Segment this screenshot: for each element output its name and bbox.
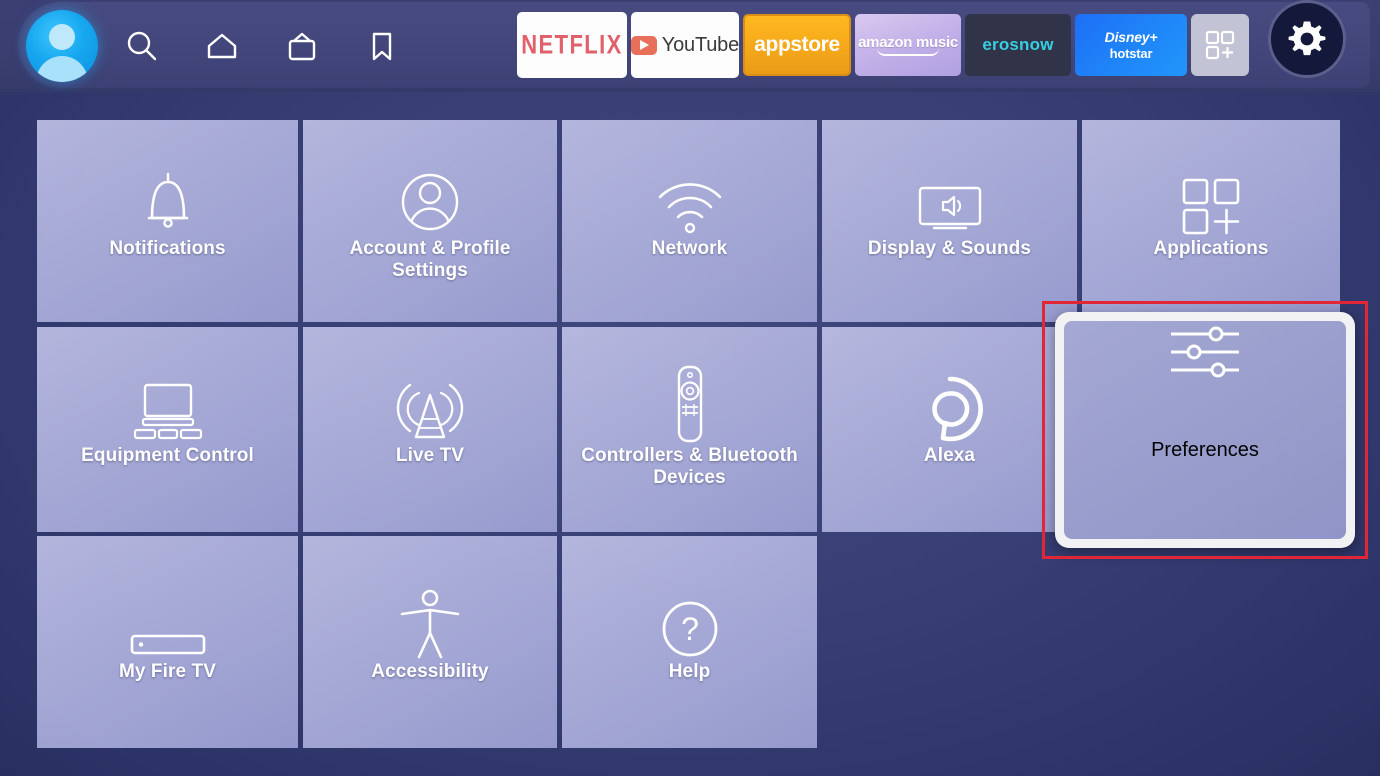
tile-equipment-control[interactable]: Equipment Control	[37, 327, 298, 532]
tile-label-help: Help	[668, 661, 711, 682]
svg-text:?: ?	[681, 611, 699, 647]
netflix-label: NETFLIX	[521, 29, 623, 60]
tile-preferences-inner: Preferences	[1064, 321, 1346, 539]
display-sound-icon	[918, 186, 981, 230]
tile-icon-wrap	[562, 120, 817, 238]
disney-plus-label: Disney+	[1104, 29, 1158, 45]
tile-label-display-sounds: Display & Sounds	[867, 238, 1032, 259]
erosnow-app-tile[interactable]: erosnow	[965, 14, 1071, 76]
appstore-app-tile[interactable]: appstore	[743, 14, 851, 76]
tile-applications[interactable]: Applications	[1082, 120, 1340, 322]
monitor-keyboard-icon	[133, 383, 202, 440]
fire-tv-stick-icon	[130, 634, 205, 655]
account-profile-icon	[401, 173, 459, 231]
tile-label-preferences: Preferences	[1151, 439, 1259, 461]
nav-icon-group	[22, 4, 422, 88]
fire-tv-settings-screen: NETFLIX YouTube appstore amazon music er…	[0, 0, 1380, 776]
search-icon	[127, 31, 157, 61]
tile-network[interactable]: Network	[562, 120, 817, 322]
hotstar-label: hotstar	[1109, 46, 1153, 61]
disney-hotstar-app-tile[interactable]: Disney+ hotstar	[1075, 14, 1187, 76]
gear-icon	[1288, 21, 1326, 56]
amazon-smile-icon	[877, 48, 939, 56]
erosnow-label: erosnow	[982, 35, 1054, 54]
tile-icon-wrap	[1166, 321, 1244, 439]
tile-display-sounds[interactable]: Display & Sounds	[822, 120, 1077, 322]
tile-icon-wrap	[303, 327, 557, 445]
tile-label-equipment-control: Equipment Control	[81, 445, 254, 466]
tile-preferences[interactable]: Preferences	[1055, 312, 1355, 548]
tile-icon-wrap	[37, 536, 298, 661]
tile-alexa[interactable]: Alexa	[822, 327, 1077, 532]
live-tv-button[interactable]	[262, 4, 342, 88]
tile-label-accessibility: Accessibility	[371, 661, 489, 682]
sliders-icon	[1171, 326, 1239, 378]
profile-button[interactable]	[22, 4, 102, 88]
tile-label-alexa: Alexa	[923, 445, 976, 466]
remote-control-icon	[677, 365, 702, 443]
search-button[interactable]	[102, 4, 182, 88]
top-navigation-bar: NETFLIX YouTube appstore amazon music er…	[0, 0, 1380, 92]
tile-label-live-tv: Live TV	[395, 445, 465, 466]
question-circle-icon: ?	[662, 601, 717, 657]
app-grid-icon	[1182, 178, 1240, 235]
watchlist-button[interactable]	[342, 4, 422, 88]
app-shortcut-row: NETFLIX YouTube appstore amazon music er…	[517, 10, 1249, 80]
antenna-icon	[396, 383, 464, 439]
tile-icon-wrap	[37, 120, 298, 238]
alexa-icon	[931, 376, 983, 442]
netflix-app-tile[interactable]: NETFLIX	[517, 12, 627, 78]
tile-notifications[interactable]: Notifications	[37, 120, 298, 322]
app-grid-plus-icon	[1205, 30, 1235, 60]
live-tv-icon	[288, 32, 316, 61]
tile-icon-wrap	[562, 327, 817, 445]
youtube-app-tile[interactable]: YouTube	[631, 12, 739, 78]
tile-icon-wrap	[303, 536, 557, 661]
settings-button[interactable]	[1268, 0, 1346, 78]
tile-label-applications: Applications	[1153, 238, 1269, 259]
tile-label-my-fire-tv: My Fire TV	[118, 661, 217, 682]
youtube-label: YouTube	[661, 33, 739, 56]
tile-label-notifications: Notifications	[109, 238, 226, 259]
tile-icon-wrap	[37, 327, 298, 445]
home-icon	[207, 33, 237, 59]
youtube-play-icon	[631, 35, 657, 55]
bell-icon	[147, 172, 188, 228]
home-button[interactable]	[182, 4, 262, 88]
appstore-label: appstore	[754, 33, 840, 56]
tile-live-tv[interactable]: Live TV	[303, 327, 557, 532]
tile-label-account-profile: Account & Profile Settings	[349, 238, 511, 282]
tile-help[interactable]: ? Help	[562, 536, 817, 748]
tile-icon-wrap	[1082, 120, 1340, 238]
tile-icon-wrap	[303, 120, 557, 238]
bookmark-icon	[372, 32, 392, 61]
tile-icon-wrap	[822, 327, 1077, 445]
tile-label-network: Network	[651, 238, 728, 259]
tile-label-controllers-bluetooth: Controllers & Bluetooth Devices	[581, 445, 798, 489]
tile-icon-wrap: ?	[562, 536, 817, 661]
tile-icon-wrap	[822, 120, 1077, 238]
tile-my-fire-tv[interactable]: My Fire TV	[37, 536, 298, 748]
wifi-icon	[658, 183, 721, 234]
user-avatar-icon	[26, 10, 98, 82]
accessibility-icon	[400, 589, 460, 659]
tile-accessibility[interactable]: Accessibility	[303, 536, 557, 748]
tile-controllers-bluetooth[interactable]: Controllers & Bluetooth Devices	[562, 327, 817, 532]
tile-account-profile[interactable]: Account & Profile Settings	[303, 120, 557, 322]
app-grid-tile[interactable]	[1191, 14, 1249, 76]
amazon-music-app-tile[interactable]: amazon music	[855, 14, 961, 76]
